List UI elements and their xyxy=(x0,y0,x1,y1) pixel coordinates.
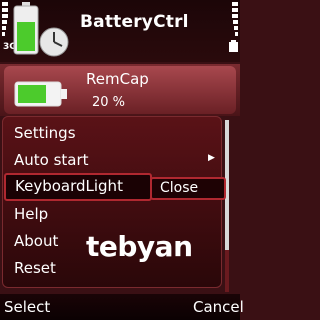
menu-item-auto-start[interactable]: Auto start xyxy=(14,151,89,169)
remaining-capacity-value: 20 % xyxy=(92,95,126,110)
battery-level-icon xyxy=(232,2,238,36)
menu-item-keyboard-light-label: KeyboardLight xyxy=(15,177,123,195)
chevron-right-icon: ▶ xyxy=(208,153,215,163)
submenu-popup[interactable]: Close xyxy=(150,177,226,200)
cancel-softkey[interactable]: Cancel xyxy=(193,298,244,316)
battery-icon xyxy=(229,40,238,52)
menu-item-reset[interactable]: Reset xyxy=(14,259,56,277)
app-title: BatteryCtrl xyxy=(80,12,189,32)
battery-clock-icon xyxy=(13,2,69,57)
menu-item-keyboard-light[interactable]: KeyboardLight xyxy=(4,173,152,201)
watermark: tebyan xyxy=(86,230,193,263)
menu-item-about[interactable]: About xyxy=(14,232,58,250)
battery-icon xyxy=(14,81,67,107)
submenu-close-option[interactable]: Close xyxy=(160,180,198,196)
menu-item-settings[interactable]: Settings xyxy=(14,124,76,142)
menu-item-help[interactable]: Help xyxy=(14,205,48,223)
remaining-capacity-label: RemCap xyxy=(86,70,149,88)
scrollbar[interactable] xyxy=(224,120,230,292)
select-softkey[interactable]: Select xyxy=(4,298,50,316)
